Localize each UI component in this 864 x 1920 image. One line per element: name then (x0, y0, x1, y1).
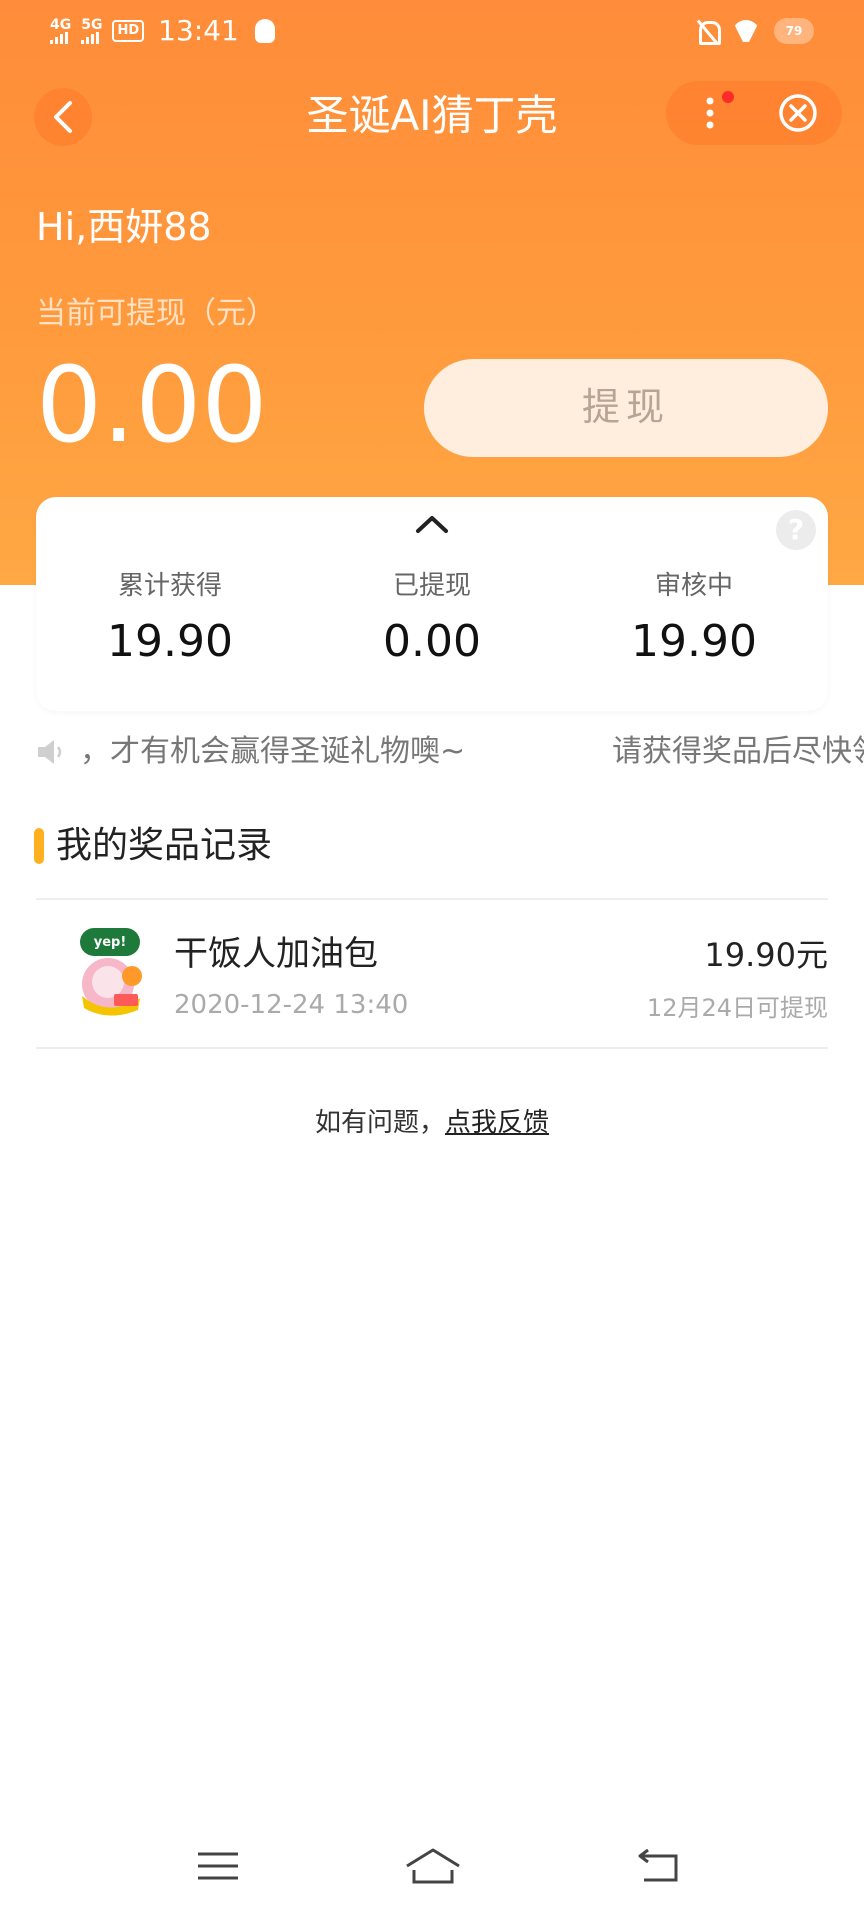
stat-withdrawn: 已提现 0.00 (300, 565, 564, 667)
feedback-prefix: 如有问题， (314, 1108, 445, 1138)
close-circle-icon (779, 94, 817, 132)
close-button[interactable] (754, 81, 842, 145)
divider (36, 898, 828, 900)
stat-label: 审核中 (654, 571, 733, 601)
feedback-link[interactable]: 点我反馈 (445, 1108, 549, 1138)
notice-text-next: 请获得奖品后尽快领 (612, 734, 864, 769)
collapse-caret-icon[interactable] (414, 513, 450, 535)
net1-label: 4G (50, 16, 72, 33)
wifi-icon (732, 20, 760, 42)
notice-text: ，才有机会赢得圣诞礼物噢~ (80, 734, 466, 769)
stat-value: 19.90 (631, 616, 757, 667)
notice-marquee: ，才有机会赢得圣诞礼物噢~ 请获得奖品后尽快领 (36, 730, 864, 774)
stat-value: 19.90 (107, 616, 233, 667)
hd-icon: HD (112, 19, 145, 42)
divider (36, 1047, 828, 1049)
speaker-icon (38, 740, 62, 764)
status-right: 79 (696, 18, 814, 45)
status-bar: 4G 5G HD 13:41 79 (0, 0, 864, 70)
home-key-icon[interactable] (404, 1846, 462, 1886)
back-key-icon[interactable] (636, 1846, 684, 1886)
record-date: 2020-12-24 13:40 (174, 990, 409, 1020)
record-amount: 19.90元 (704, 936, 828, 974)
signal-4g-icon: 4G (50, 18, 71, 44)
withdraw-button[interactable]: 提现 (424, 359, 828, 457)
thumb-brand-text: yep! (94, 935, 127, 950)
section-accent-bar (34, 828, 44, 864)
feedback-line: 如有问题，点我反馈 (0, 1102, 864, 1139)
notification-dot (722, 91, 734, 103)
status-left: 4G 5G HD 13:41 (50, 14, 275, 47)
available-balance-label: 当前可提现（元） (36, 296, 276, 331)
greeting-text: Hi,西妍88 (36, 205, 212, 249)
menu-key-icon[interactable] (194, 1846, 242, 1886)
qq-icon (254, 18, 275, 43)
more-vertical-icon (706, 97, 714, 129)
record-withdraw-note: 12月24日可提现 (646, 994, 828, 1022)
stat-total-earned: 累计获得 19.90 (38, 565, 302, 667)
status-time: 13:41 (158, 14, 239, 47)
more-button[interactable] (666, 81, 754, 145)
section-title: 我的奖品记录 (56, 825, 273, 866)
net2-label: 5G (81, 16, 103, 33)
stat-label: 累计获得 (117, 571, 222, 601)
available-balance-amount: 0.00 (36, 344, 268, 466)
product-thumbnail: yep! (80, 928, 142, 1016)
signal-5g-icon: 5G (81, 18, 102, 44)
mini-program-capsule (666, 81, 842, 145)
battery-icon: 79 (774, 18, 814, 44)
mute-icon (696, 19, 721, 45)
stat-value: 0.00 (383, 616, 481, 667)
record-name: 干饭人加油包 (174, 934, 378, 974)
help-icon[interactable]: ? (776, 510, 816, 550)
stat-under-review: 审核中 19.90 (562, 565, 826, 667)
stat-label: 已提现 (392, 571, 471, 601)
